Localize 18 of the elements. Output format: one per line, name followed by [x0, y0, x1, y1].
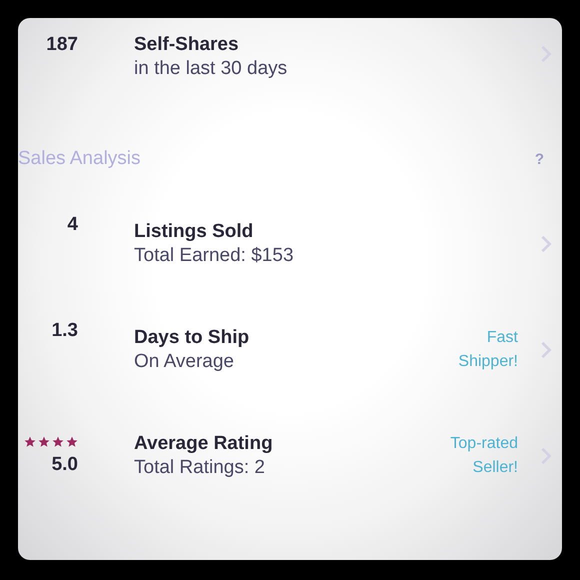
- chevron-right-icon[interactable]: [540, 340, 552, 360]
- stat-value: 5.0: [52, 454, 78, 476]
- seller-label: Top-rated Seller!: [450, 434, 518, 478]
- chevron-right-icon[interactable]: [540, 234, 552, 254]
- stat-title: Listings Sold: [134, 221, 254, 243]
- help-link[interactable]: ?: [534, 150, 544, 168]
- stat-subtitle: in the last 30 days: [134, 58, 288, 80]
- stat-subtitle: On Average: [134, 351, 236, 373]
- stat-value: 1.3: [52, 320, 78, 342]
- stat-title: Days to Ship: [134, 327, 250, 349]
- stat-subtitle: Total Earned: $153: [134, 245, 295, 267]
- stat-value: 187: [46, 34, 78, 56]
- section-heading: Sales Analysis: [18, 148, 141, 170]
- seller-label: Fast Shipper!: [458, 328, 518, 372]
- stat-value: 4: [67, 214, 78, 236]
- stat-title: Self-Shares: [134, 34, 240, 56]
- stat-subtitle: Total Ratings: 2: [134, 457, 266, 479]
- stat-title: Average Rating: [134, 433, 274, 455]
